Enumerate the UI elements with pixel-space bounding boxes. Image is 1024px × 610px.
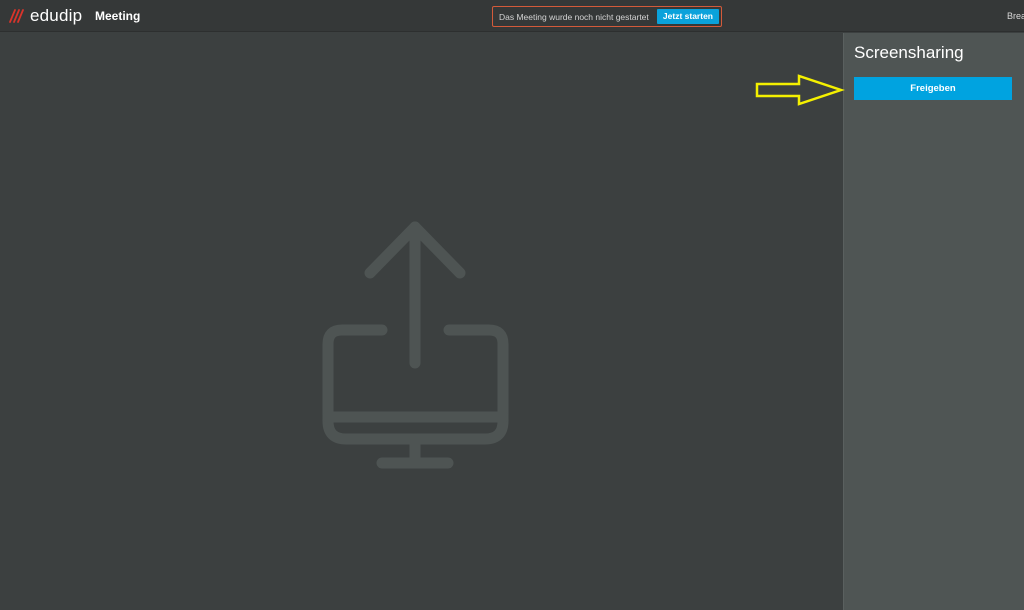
- breakout-tab[interactable]: Break: [1007, 11, 1024, 21]
- start-meeting-button[interactable]: Jetzt starten: [656, 9, 719, 24]
- top-bar: edudip Meeting Das Meeting wurde noch ni…: [0, 0, 1024, 32]
- logo[interactable]: edudip: [8, 5, 82, 27]
- panel-title: Screensharing: [854, 43, 964, 62]
- yellow-arrow-icon: [755, 74, 845, 106]
- meeting-status-banner: Das Meeting wurde noch nicht gestartet J…: [492, 6, 722, 27]
- screensharing-panel: Screensharing Freigeben: [843, 33, 1024, 610]
- share-screen-button[interactable]: Freigeben: [854, 77, 1012, 100]
- screen-share-upload-icon: [322, 221, 509, 469]
- nav-meeting[interactable]: Meeting: [95, 9, 140, 23]
- main-stage: [0, 33, 843, 610]
- edudip-logo-icon: [9, 9, 24, 23]
- banner-text: Das Meeting wurde noch nicht gestartet: [499, 11, 649, 22]
- logo-text: edudip: [30, 6, 83, 25]
